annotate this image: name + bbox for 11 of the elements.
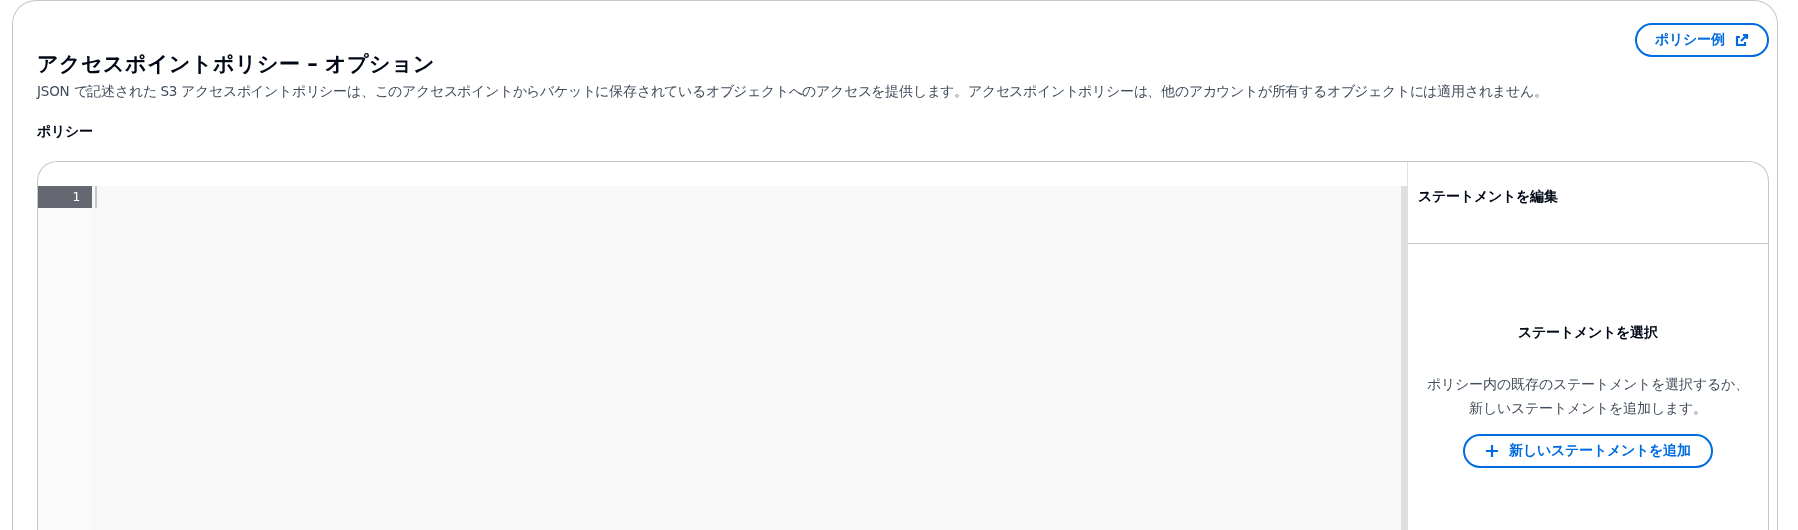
add-statement-button[interactable]: 新しいステートメントを追加 bbox=[1463, 434, 1713, 468]
policy-examples-button[interactable]: ポリシー例 bbox=[1635, 23, 1769, 57]
empty-state-description: ポリシー内の既存のステートメントを選択するか、新しいステートメントを追加します。 bbox=[1426, 375, 1750, 418]
empty-state-title: ステートメントを選択 bbox=[1518, 324, 1658, 342]
line-number: 1 bbox=[38, 186, 92, 208]
external-link-icon bbox=[1735, 33, 1749, 47]
section-title: アクセスポイントポリシー – オプション bbox=[37, 51, 437, 77]
plus-icon bbox=[1485, 444, 1499, 458]
policy-label: ポリシー bbox=[37, 123, 94, 141]
panel-title: ステートメントを編集 bbox=[1408, 162, 1768, 244]
section-description: JSON で記述された S3 アクセスポイントポリシーは、このアクセスポイントからバケットに保存されているオブジェクトへのアクセスを提供します。アクセスポイントポリシーは、他のアカウントが所有するオブジェクトには適用されません。 bbox=[37, 82, 1548, 101]
